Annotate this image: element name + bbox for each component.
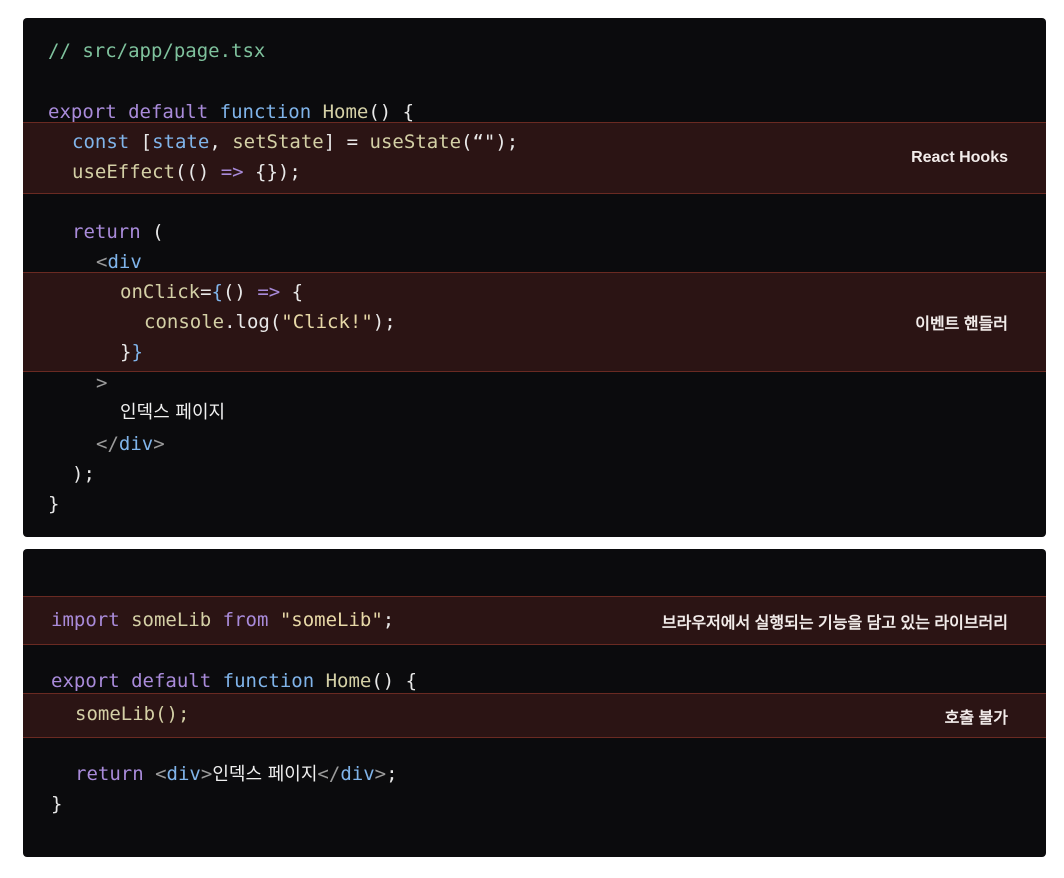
code-line-return: return <div>인덱스 페이지</div>;	[75, 763, 398, 785]
code-panel-browser-lib: 브라우저에서 실행되는 기능을 담고 있는 라이브러리 호출 불가 import…	[23, 549, 1046, 857]
code-line-close-braces: }}	[120, 341, 143, 363]
code-line-div-close: </div>	[96, 433, 165, 455]
code-line-paren-close: );	[72, 463, 95, 485]
code-line-brace-close: }	[51, 793, 63, 815]
code-line-usestate: const [state, setState] = useState(“");	[72, 131, 519, 153]
code-panel-app-router: React Hooks 이벤트 핸들러 // src/app/page.tsx …	[23, 18, 1046, 537]
code-line-export: export default function Home() {	[48, 101, 415, 123]
code-line-console-log: console.log("Click!");	[144, 311, 396, 333]
code-line-import: import someLib from "someLib";	[51, 609, 395, 631]
file-path-comment: // src/app/page.tsx	[48, 40, 266, 62]
code-line-div-open: <div	[96, 251, 142, 273]
code-line-onclick: onClick={() => {	[120, 281, 304, 303]
code-line-text: 인덱스 페이지	[120, 402, 226, 423]
code-line-useeffect: useEffect(() => {});	[72, 161, 301, 183]
code-line-brace-close: }	[48, 493, 60, 515]
label-browser-lib: 브라우저에서 실행되는 기능을 담고 있는 라이브러리	[661, 614, 1008, 632]
code-line-somelib-call: someLib();	[75, 703, 190, 725]
code-line-export: export default function Home() {	[51, 670, 418, 692]
code-line-gt: >	[96, 372, 108, 394]
label-react-hooks: React Hooks	[911, 149, 1008, 166]
code-line-return: return (	[72, 221, 164, 243]
label-call-unavailable: 호출 불가	[944, 709, 1008, 727]
label-event-handler: 이벤트 핸들러	[915, 316, 1008, 333]
